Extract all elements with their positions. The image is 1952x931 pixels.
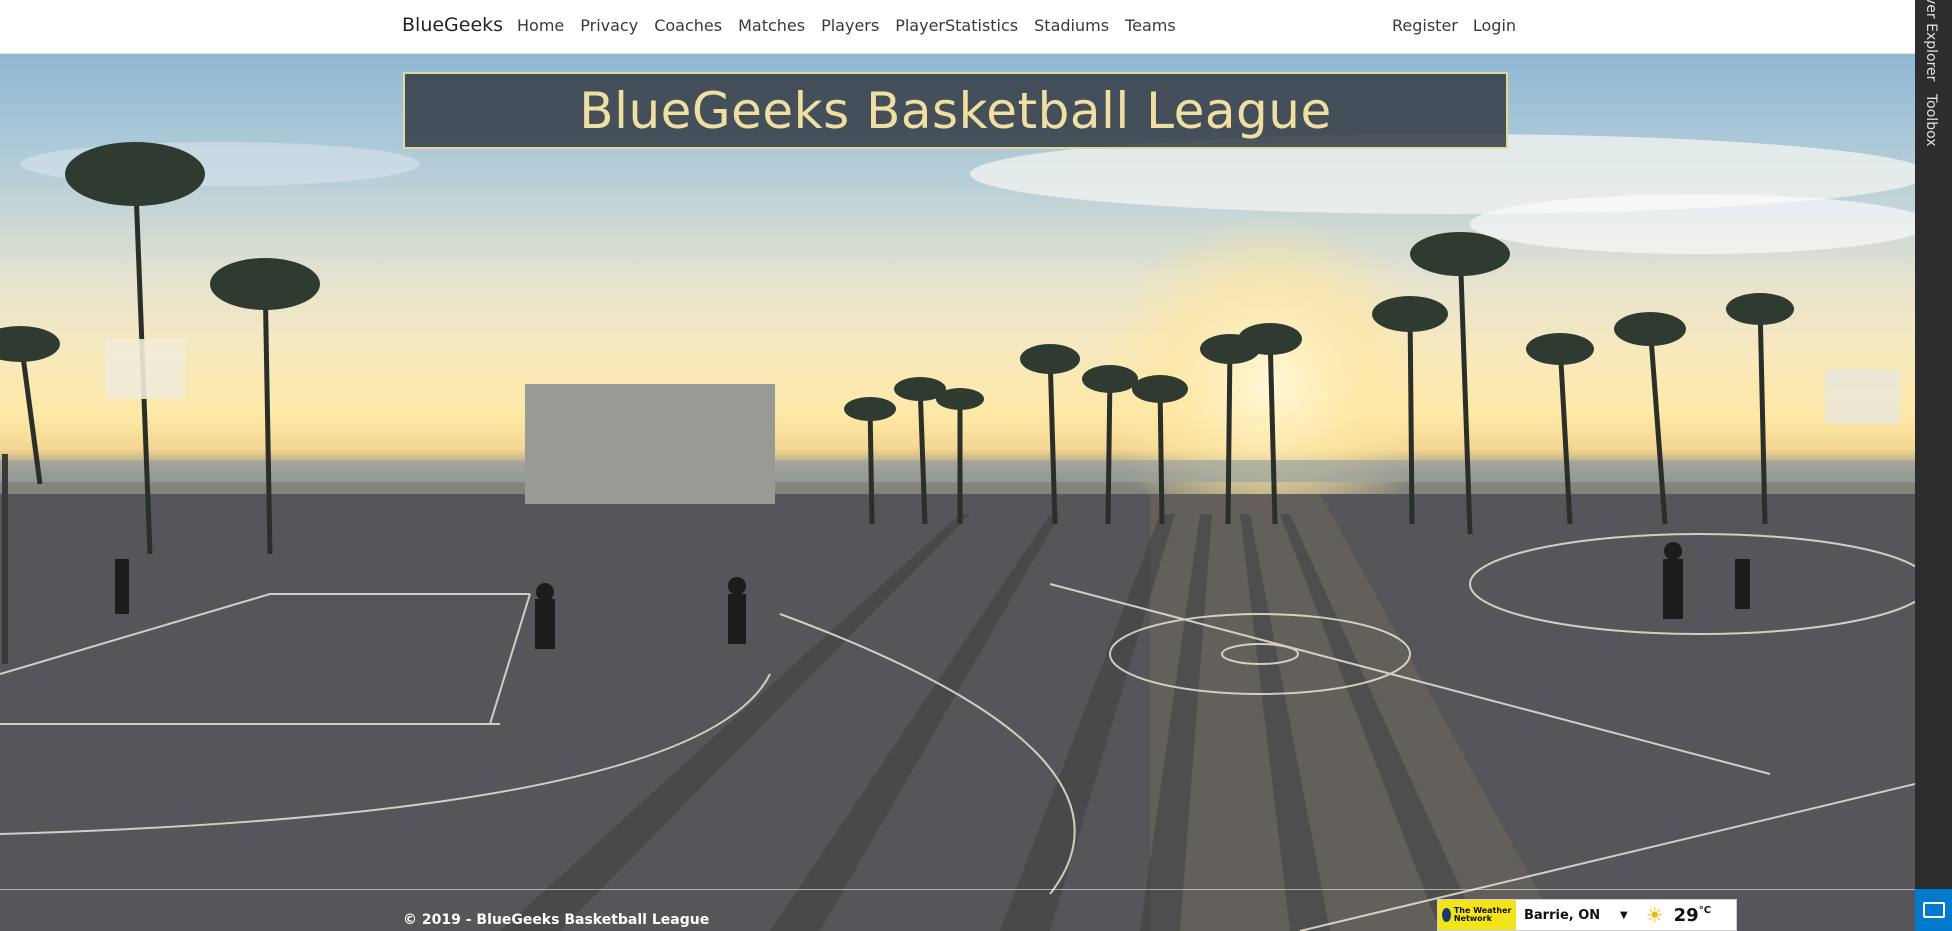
nav-coaches[interactable]: Coaches [654, 16, 722, 35]
court-surface [0, 494, 1915, 931]
toolbox-tab[interactable]: Toolbox [1923, 94, 1939, 147]
nav-matches[interactable]: Matches [738, 16, 805, 35]
nav-login[interactable]: Login [1473, 16, 1516, 35]
league-title-banner: BlueGeeks Basketball League [403, 72, 1508, 149]
nav-register[interactable]: Register [1392, 16, 1458, 35]
weather-city: Barrie, ON [1524, 907, 1601, 923]
nav-links: Home Privacy Coaches Matches Players Pla… [517, 16, 1192, 35]
weather-network-logo[interactable]: The Weather Network [1438, 900, 1516, 930]
notification-icon [1922, 902, 1945, 918]
weather-temperature: 29°C [1673, 904, 1712, 926]
nav-stadiums[interactable]: Stadiums [1034, 16, 1109, 35]
weather-widget[interactable]: The Weather Network Barrie, ON ▼ ☀ 29°C [1437, 899, 1737, 931]
footer-copyright: © 2019 - BlueGeeks Basketball League [403, 912, 710, 928]
chevron-down-icon[interactable]: ▼ [1620, 910, 1628, 921]
cloud [1470, 194, 1915, 254]
weather-provider-name: The Weather Network [1453, 906, 1512, 923]
court-wall [525, 384, 775, 504]
nav-privacy[interactable]: Privacy [580, 16, 638, 35]
globe-icon [1442, 908, 1451, 922]
nav-home[interactable]: Home [517, 16, 564, 35]
backboard-left [105, 339, 185, 399]
nav-player-statistics[interactable]: PlayerStatistics [895, 16, 1018, 35]
brand-link[interactable]: BlueGeeks [402, 14, 503, 36]
sun-icon: ☀ [1645, 903, 1664, 927]
browser-page: BlueGeeks Home Privacy Coaches Matches P… [0, 0, 1952, 931]
court-scene-illustration [0, 134, 1915, 931]
top-navbar: BlueGeeks Home Privacy Coaches Matches P… [0, 0, 1915, 54]
ide-side-panel: ver Explorer Toolbox [1915, 0, 1952, 931]
page-title: BlueGeeks Basketball League [579, 81, 1332, 140]
temperature-unit: °C [1698, 904, 1712, 916]
backboard-right [1825, 369, 1900, 424]
nav-teams[interactable]: Teams [1125, 16, 1176, 35]
server-explorer-tab[interactable]: ver Explorer [1923, 0, 1939, 81]
hero-background-image [0, 54, 1915, 931]
footer-divider [0, 889, 1915, 890]
nav-auth-links: Register Login [1392, 16, 1531, 35]
nav-players[interactable]: Players [821, 16, 879, 35]
ide-notification-button[interactable] [1915, 889, 1952, 931]
